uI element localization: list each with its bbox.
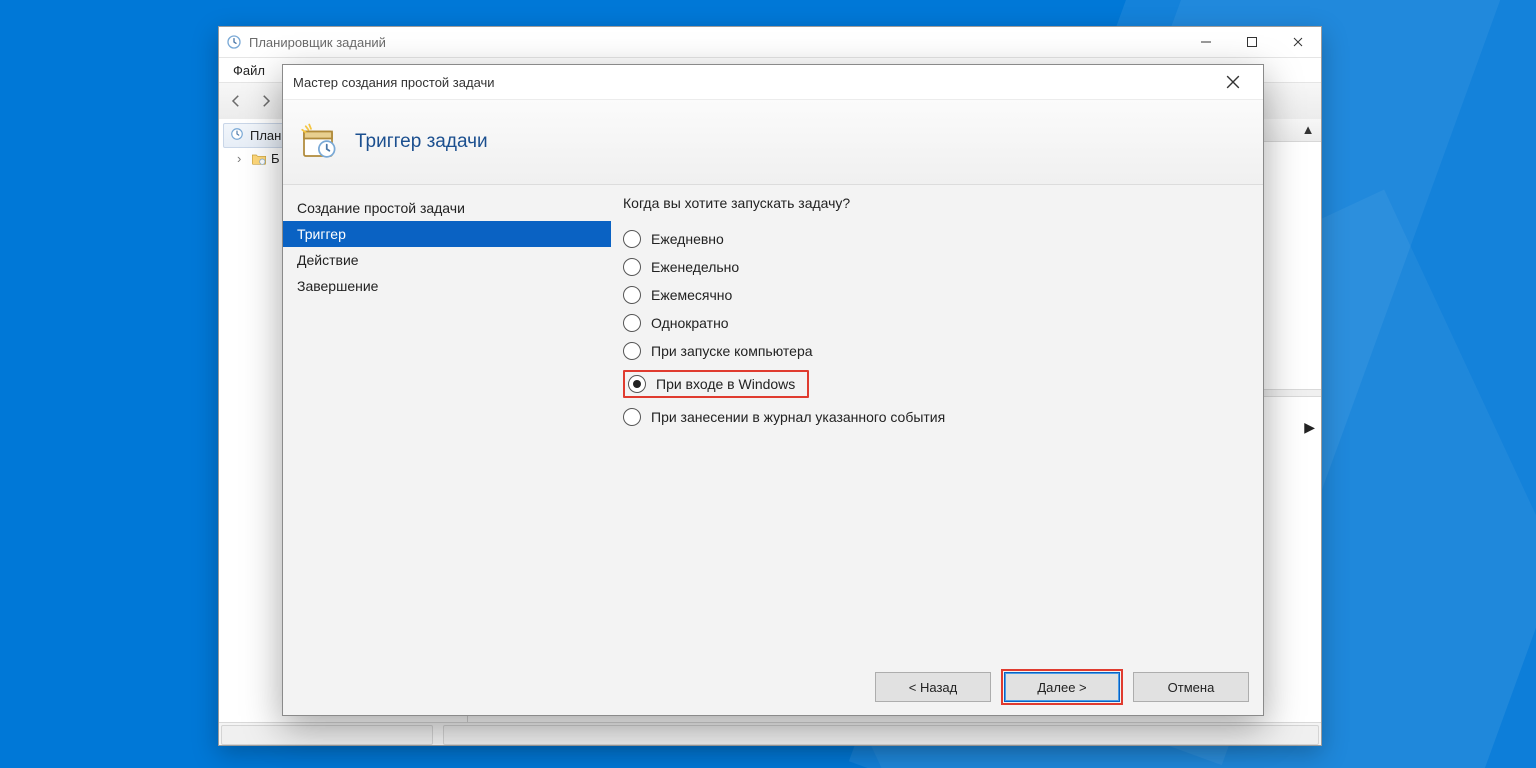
maximize-button[interactable] — [1229, 27, 1275, 57]
nav-back-button[interactable] — [223, 88, 249, 114]
radio-icon[interactable] — [623, 314, 641, 332]
cancel-button[interactable]: Отмена — [1133, 672, 1249, 702]
scheduled-task-icon — [297, 121, 339, 163]
wizard-header: Триггер задачи — [283, 99, 1263, 185]
radio-label: Однократно — [651, 315, 729, 331]
radio-icon[interactable] — [623, 230, 641, 248]
trigger-option-monthly[interactable]: Ежемесячно — [621, 281, 1243, 309]
wizard-step-finish[interactable]: Завершение — [283, 273, 611, 299]
radio-label: Еженедельно — [651, 259, 739, 275]
radio-label: При входе в Windows — [656, 376, 795, 392]
trigger-option-on-startup[interactable]: При запуске компьютера — [621, 337, 1243, 365]
radio-icon[interactable] — [623, 258, 641, 276]
wizard-step-nav: Создание простой задачи Триггер Действие… — [283, 185, 611, 659]
trigger-prompt: Когда вы хотите запускать задачу? — [623, 195, 1243, 211]
radio-label: При занесении в журнал указанного событи… — [651, 409, 945, 425]
chevron-right-icon[interactable]: › — [237, 151, 247, 166]
scheduler-statusbar — [219, 722, 1321, 745]
radio-label: При запуске компьютера — [651, 343, 813, 359]
scheduler-title: Планировщик заданий — [249, 35, 386, 50]
close-button[interactable] — [1275, 27, 1321, 57]
radio-label: Ежемесячно — [651, 287, 732, 303]
wizard-close-button[interactable] — [1213, 67, 1253, 97]
back-button[interactable]: < Назад — [875, 672, 991, 702]
radio-icon[interactable] — [623, 408, 641, 426]
wizard-title: Мастер создания простой задачи — [293, 75, 495, 90]
tree-item-label: Б — [271, 151, 280, 166]
nav-forward-button[interactable] — [253, 88, 279, 114]
wizard-footer: < Назад Далее > Отмена — [283, 659, 1263, 715]
radio-icon[interactable] — [623, 286, 641, 304]
horizontal-scrollbar[interactable] — [221, 725, 433, 745]
horizontal-scrollbar[interactable] — [443, 725, 1319, 745]
radio-icon[interactable] — [623, 342, 641, 360]
tree-root-label: План — [250, 128, 281, 143]
wizard-step-create[interactable]: Создание простой задачи — [283, 195, 611, 221]
clock-icon — [225, 33, 243, 51]
clock-icon — [230, 127, 244, 144]
wizard-step-action[interactable]: Действие — [283, 247, 611, 273]
trigger-option-weekly[interactable]: Еженедельно — [621, 253, 1243, 281]
collapse-up-icon[interactable]: ▲ — [1299, 121, 1317, 137]
folder-clock-icon — [251, 152, 267, 166]
wizard-heading: Триггер задачи — [355, 131, 488, 153]
annotation-highlight-box: При входе в Windows — [623, 370, 809, 398]
trigger-option-once[interactable]: Однократно — [621, 309, 1243, 337]
scheduler-titlebar[interactable]: Планировщик заданий — [219, 27, 1321, 58]
wizard-titlebar[interactable]: Мастер создания простой задачи — [283, 65, 1263, 99]
wizard-step-trigger[interactable]: Триггер — [283, 221, 611, 247]
minimize-button[interactable] — [1183, 27, 1229, 57]
radio-icon[interactable] — [628, 375, 646, 393]
menu-file[interactable]: Файл — [225, 61, 273, 80]
radio-label: Ежедневно — [651, 231, 724, 247]
trigger-option-on-event[interactable]: При занесении в журнал указанного событи… — [621, 403, 1243, 431]
trigger-option-daily[interactable]: Ежедневно — [621, 225, 1243, 253]
scroll-right-icon[interactable]: ▶ — [1304, 419, 1315, 436]
wizard-content: Когда вы хотите запускать задачу? Ежедне… — [611, 185, 1263, 659]
annotation-highlight-box: Далее > — [1001, 669, 1123, 705]
create-basic-task-wizard: Мастер создания простой задачи Триггер з… — [282, 64, 1264, 716]
trigger-option-on-logon[interactable]: При входе в Windows — [621, 365, 1243, 403]
next-button[interactable]: Далее > — [1004, 672, 1120, 702]
